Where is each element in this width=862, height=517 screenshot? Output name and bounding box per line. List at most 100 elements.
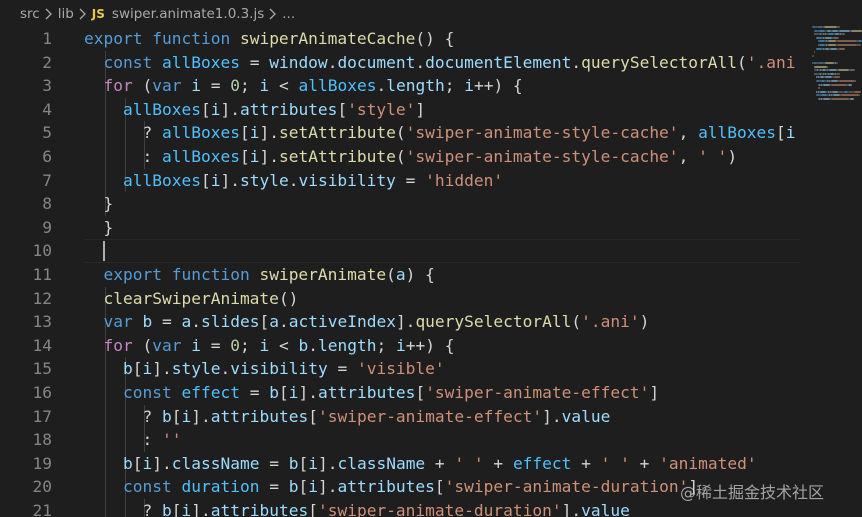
code-line[interactable]: 19 b[i].className = b[i].className + ' ' … [0, 451, 810, 476]
code-line[interactable]: 8} [0, 192, 810, 216]
line-number: 13 [32, 312, 53, 332]
code-line[interactable]: 15 b[i].style.visibility = 'visible' [0, 357, 810, 381]
breadcrumb-lib[interactable]: lib [58, 6, 74, 22]
minimap[interactable] [808, 24, 862, 114]
code-token: ' ' [454, 453, 484, 473]
code-token: ? [142, 406, 162, 426]
breadcrumb-file[interactable]: swiper.animate1.0.3.js [112, 6, 264, 22]
code-token: + [629, 453, 660, 473]
code-line[interactable]: 17? b[i].attributes['swiper-animate-effe… [0, 404, 810, 429]
line-number: 11 [32, 265, 53, 284]
minimap-token [848, 83, 852, 86]
code-line[interactable]: 7 allBoxes[i].style.visibility = 'hidden' [0, 168, 810, 193]
code-token: ]. [191, 501, 211, 517]
code-token: [ [298, 477, 309, 497]
code-line[interactable]: 16 const effect = b[i].attributes['swiper… [0, 381, 810, 405]
code-line[interactable]: 1 export function swiperAnimateCache() { [0, 28, 810, 51]
code-token: ]. [220, 170, 240, 190]
code-token: b [142, 312, 153, 332]
code-token: ) { [405, 265, 435, 284]
code-token: for [103, 76, 133, 96]
code-token: ( [132, 335, 153, 355]
minimap-token [859, 94, 860, 97]
code-token: 'swiper-animate-style-cache' [405, 147, 679, 166]
code-token: [ [171, 406, 182, 426]
code-token: . [415, 52, 426, 72]
code-text: allBoxes[i].style.visibility = 'hidden' [123, 169, 503, 193]
indent-guide [105, 499, 106, 517]
code-token: [ [278, 383, 289, 402]
indent-guide [105, 428, 106, 452]
code-token: [ [200, 99, 211, 119]
code-line[interactable]: 13 var b = a.slides[a.activeIndex].queryS… [0, 310, 810, 334]
line-number: 4 [42, 99, 52, 119]
code-line[interactable]: 5? allBoxes[i].setAttribute('swiper-anim… [0, 121, 810, 145]
minimap-token [838, 69, 849, 72]
code-line[interactable]: 2 const allBoxes = window.document.docume… [0, 50, 810, 75]
code-token: ) [727, 147, 738, 166]
code-token: const [123, 383, 172, 402]
code-token: for [103, 335, 133, 355]
code-token: ]. [317, 453, 338, 473]
code-token: = [395, 170, 426, 190]
code-token: < [269, 76, 299, 96]
minimap-token [825, 62, 834, 64]
code-token: ++) { [473, 76, 523, 96]
minimap-token [831, 80, 838, 82]
code-line[interactable]: 4 allBoxes[i].attributes['style'] [0, 97, 810, 122]
minimap-token [836, 72, 840, 75]
code-token: ( [737, 52, 747, 72]
code-token: } [103, 194, 114, 214]
breadcrumb-src[interactable]: src [20, 6, 40, 22]
code-line[interactable]: 3 for (var i = 0; i < allBoxes.length; i+… [0, 74, 810, 98]
code-line[interactable]: 6: allBoxes[i].setAttribute('swiper-anim… [0, 145, 810, 169]
code-token: slides [201, 312, 260, 332]
code-line[interactable]: 10 [0, 239, 810, 263]
code-editor[interactable]: 1 export function swiperAnimateCache() {2… [0, 28, 862, 517]
code-token: i [181, 406, 192, 426]
line-number: 18 [32, 430, 53, 450]
code-token: visibility [230, 359, 328, 379]
code-token: b [123, 453, 133, 473]
code-token: i [464, 76, 474, 96]
code-token: b [288, 453, 299, 473]
chevron-right-icon [74, 7, 92, 21]
code-line[interactable]: 11 export function swiperAnimate(a) { [0, 263, 810, 287]
breadcrumb: src lib JS swiper.animate1.0.3.js ... [0, 0, 862, 28]
code-line[interactable]: 9 } [0, 216, 810, 240]
code-token: = [327, 359, 357, 379]
minimap-token [854, 90, 861, 93]
code-text: allBoxes[i].attributes['style'] [123, 98, 425, 122]
minimap-token [854, 69, 855, 72]
code-token: length [318, 335, 377, 355]
code-token: 0 [230, 335, 240, 355]
code-token: querySelectorAll [581, 52, 738, 72]
minimap-token [823, 98, 830, 100]
code-token: setAttribute [278, 123, 396, 143]
line-number: 2 [42, 52, 52, 72]
code-token: ]. [220, 99, 240, 119]
code-text: const effect = b[i].attributes['swiper-a… [123, 381, 659, 405]
line-number: 14 [32, 335, 53, 355]
code-token: visibility [298, 170, 396, 190]
minimap-token [841, 94, 859, 97]
code-token: 'visible' [356, 359, 445, 379]
code-token: i [191, 76, 201, 96]
indent-guide [124, 499, 126, 517]
code-line[interactable]: 18: '' [0, 428, 810, 452]
code-text: b[i].style.visibility = 'visible' [123, 357, 445, 381]
breadcrumb-symbols[interactable]: ... [282, 6, 295, 22]
code-token: [ [298, 453, 309, 473]
line-number: 1 [42, 29, 52, 48]
code-line[interactable]: 12 clearSwiperAnimate() [0, 286, 810, 311]
code-token: () [278, 288, 299, 308]
code-token: clearSwiperAnimate [103, 288, 279, 308]
code-line[interactable]: 14 for (var i = 0; i < b.length; i++) { [0, 333, 810, 358]
code-token: + [425, 453, 455, 473]
code-token: ; [240, 335, 260, 355]
code-token: . [278, 312, 289, 332]
minimap-token [841, 33, 845, 36]
code-text: export function swiperAnimate(a) { [84, 263, 435, 287]
